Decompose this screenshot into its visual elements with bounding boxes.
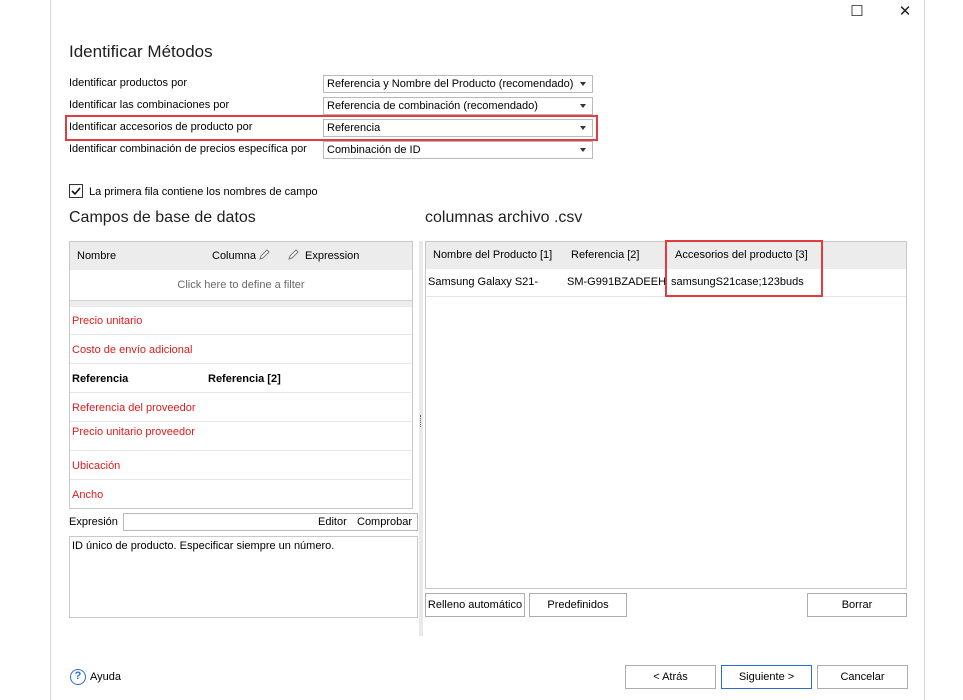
clear-button[interactable]: Borrar [807,593,907,617]
identify-combinations-select[interactable]: Referencia de combinación (recomendado) [323,97,593,115]
identify-accessories-select[interactable]: Referencia [323,119,593,137]
column-header-name[interactable]: Nombre [77,250,116,262]
panel-splitter[interactable] [419,241,423,636]
first-row-checkbox-label: La primera fila contiene los nombres de … [89,186,318,198]
csv-header-accessories[interactable]: Accesorios del producto [3] [675,249,808,261]
predefined-button[interactable]: Predefinidos [529,593,627,617]
csv-header-reference[interactable]: Referencia [2] [571,249,639,261]
field-row-name[interactable]: Ancho [72,489,103,501]
chevron-down-icon [580,82,586,86]
identify-products-select[interactable]: Referencia y Nombre del Producto (recome… [323,75,593,93]
chevron-down-icon [580,126,586,130]
row-divider [70,363,411,364]
identify-price-combination-value: Combinación de ID [327,144,421,156]
close-button[interactable]: ✕ [893,2,917,22]
identify-combinations-label: Identificar las combinaciones por [69,99,230,111]
row-divider [70,392,411,393]
db-fields-title: Campos de base de datos [69,209,256,226]
field-row-name[interactable]: Referencia del proveedor [72,402,196,414]
csv-columns-title: columnas archivo .csv [425,209,583,226]
identify-accessories-label: Identificar accesorios de producto por [69,121,253,133]
next-button[interactable]: Siguiente > [721,665,812,689]
field-row-name[interactable]: Precio unitario proveedor [72,426,195,438]
pencil-icon[interactable] [287,249,301,261]
field-row-name[interactable]: Referencia [72,373,128,385]
field-row-name[interactable]: Ubicación [72,460,120,472]
expression-label: Expresión [69,516,118,528]
row-divider [70,479,411,480]
description-box: ID único de producto. Especificar siempr… [69,536,418,618]
help-link[interactable]: Ayuda [90,671,121,683]
first-row-checkbox[interactable] [69,184,83,198]
identify-products-label: Identificar productos por [69,77,188,89]
column-header-expression[interactable]: Expression [305,250,359,262]
field-row-column[interactable]: Referencia [2] [208,373,281,385]
pencil-icon[interactable] [258,249,272,261]
field-description: ID único de producto. Especificar siempr… [72,540,335,552]
csv-cell[interactable]: samsungS21case;123buds [671,276,804,288]
maximize-button[interactable]: ☐ [845,2,869,22]
chevron-down-icon [580,148,586,152]
identify-price-combination-label: Identificar combinación de precios espec… [69,143,307,155]
row-divider [70,421,411,422]
close-icon: ✕ [898,3,912,20]
editor-button[interactable]: Editor [318,516,347,528]
identify-combinations-value: Referencia de combinación (recomendado) [327,100,538,112]
identify-accessories-value: Referencia [327,122,381,134]
csv-cell[interactable]: Samsung Galaxy S21- [428,276,538,288]
cancel-button[interactable]: Cancelar [817,665,908,689]
csv-grid [425,241,907,589]
maximize-icon: ☐ [850,3,864,20]
column-header-column[interactable]: Columna [212,250,256,262]
field-row-name[interactable]: Precio unitario [72,315,142,327]
filter-separator [70,300,412,307]
back-button[interactable]: < Atrás [625,665,716,689]
autofill-button[interactable]: Relleno automático [425,593,525,617]
checkmark-icon [71,187,81,196]
splitter-grip-icon [420,415,423,427]
identify-price-combination-select[interactable]: Combinación de ID [323,141,593,159]
csv-cell[interactable]: SM-G991BZADEEH [567,276,666,288]
csv-header-product-name[interactable]: Nombre del Producto [1] [433,249,552,261]
filter-row[interactable]: Click here to define a filter [70,271,412,300]
identify-products-value: Referencia y Nombre del Producto (recome… [327,78,574,90]
page-title: Identificar Métodos [69,42,213,61]
field-row-name[interactable]: Costo de envío adicional [72,344,192,356]
row-divider [426,296,906,297]
check-button[interactable]: Comprobar [357,516,412,528]
chevron-down-icon [580,104,586,108]
row-divider [70,334,411,335]
help-icon[interactable]: ? [70,669,86,685]
row-divider [70,450,411,451]
